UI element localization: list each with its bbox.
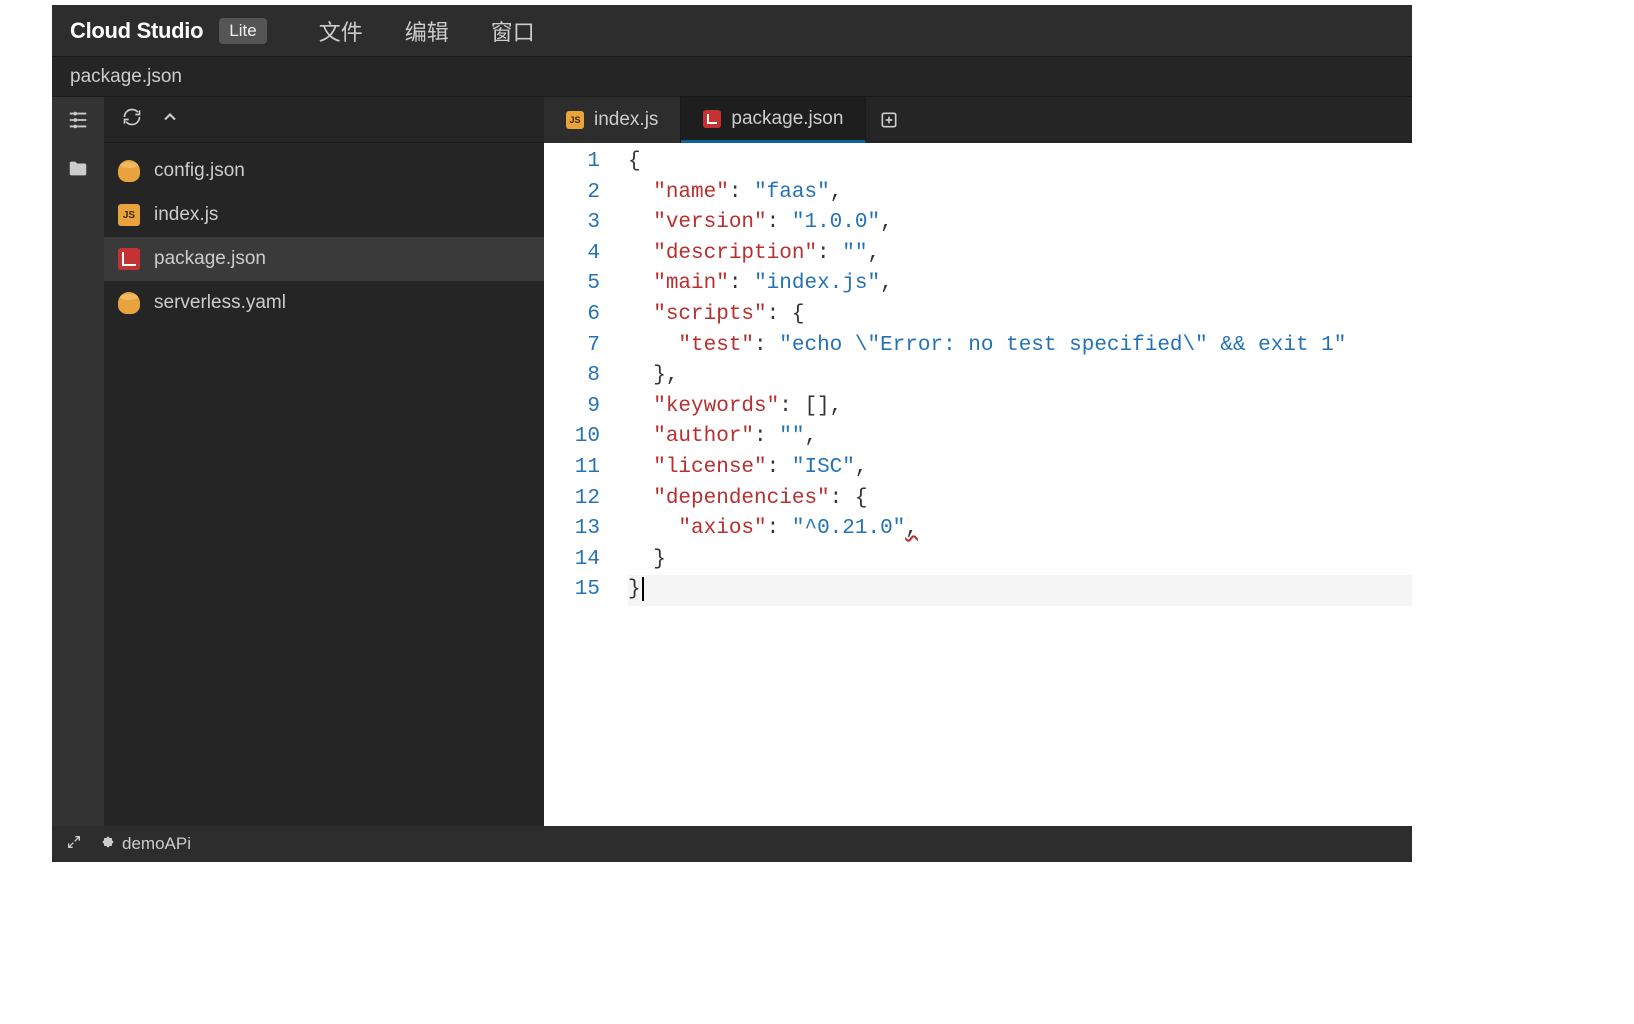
tree-icon[interactable] [67,109,89,136]
code-content[interactable]: { "name": "faas", "version": "1.0.0", "d… [614,143,1412,826]
menubar: Cloud Studio Lite 文件 编辑 窗口 [52,5,1412,57]
tab-package-json[interactable]: package.json [681,97,866,143]
status-bar: demoAPi [52,826,1412,862]
db-icon [118,292,140,314]
expand-icon[interactable] [66,834,82,855]
editor-area: JS index.js package.json 123456789101112… [544,97,1412,826]
tab-label: index.js [594,109,658,131]
file-label: package.json [154,248,266,270]
file-list: config.json JS index.js package.json ser… [104,143,544,325]
sidebar: config.json JS index.js package.json ser… [104,97,544,826]
file-label: config.json [154,160,245,182]
file-index-js[interactable]: JS index.js [104,193,544,237]
file-serverless-yaml[interactable]: serverless.yaml [104,281,544,325]
js-icon: JS [566,111,584,129]
app-logo: Cloud Studio [70,18,203,44]
main-area: config.json JS index.js package.json ser… [52,97,1412,826]
menu-edit[interactable]: 编辑 [405,15,449,47]
sidebar-toolbar [104,97,544,143]
breadcrumb: package.json [52,57,1412,97]
db-icon [118,160,140,182]
npm-icon [703,110,721,128]
app-window: Cloud Studio Lite 文件 编辑 窗口 package.json [52,5,1412,862]
collapse-icon[interactable] [160,107,180,132]
tab-label: package.json [731,108,843,130]
npm-icon [118,248,140,270]
file-package-json[interactable]: package.json [104,237,544,281]
code-editor[interactable]: 123456789101112131415 { "name": "faas", … [544,143,1412,826]
menu-window[interactable]: 窗口 [491,15,535,47]
file-label: index.js [154,204,218,226]
refresh-icon[interactable] [122,107,142,132]
puzzle-icon [100,836,116,852]
tab-index-js[interactable]: JS index.js [544,97,681,143]
breadcrumb-text: package.json [70,66,182,88]
tabbar: JS index.js package.json [544,97,1412,143]
menu-items: 文件 编辑 窗口 [319,15,535,47]
menu-file[interactable]: 文件 [319,15,363,47]
folder-icon[interactable] [67,158,89,185]
activity-bar [52,97,104,826]
lite-badge: Lite [219,18,266,44]
status-project-label: demoAPi [122,834,191,854]
status-project[interactable]: demoAPi [100,834,191,854]
js-icon: JS [118,204,140,226]
line-gutter: 123456789101112131415 [544,143,614,826]
file-label: serverless.yaml [154,292,286,314]
file-config-json[interactable]: config.json [104,149,544,193]
new-tab-button[interactable] [866,97,912,143]
